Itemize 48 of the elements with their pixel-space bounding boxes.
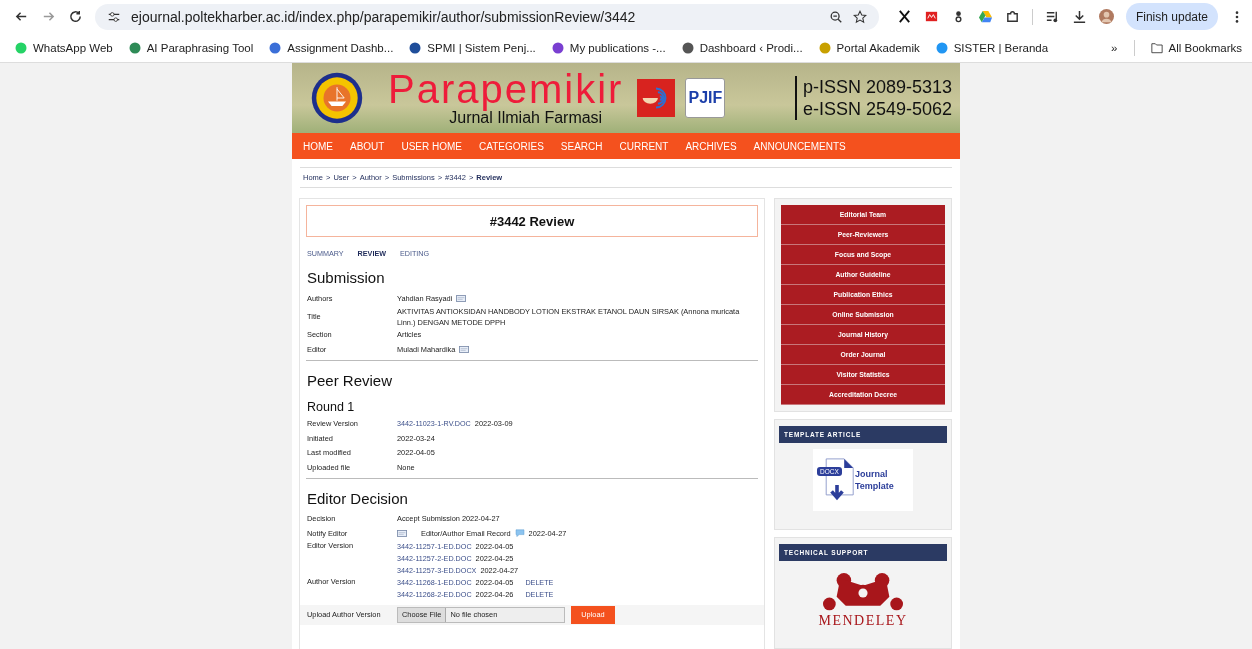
finish-update-button[interactable]: Finish update <box>1125 3 1218 30</box>
favicon-icon <box>935 41 948 54</box>
all-bookmarks-link[interactable]: All Bookmarks <box>1150 41 1242 54</box>
media-icon[interactable] <box>1044 9 1060 24</box>
bookmark-link[interactable]: Dashboard ‹ Prodi... <box>681 41 803 54</box>
bookmark-link[interactable]: My publications -... <box>551 41 666 54</box>
journal-template-text: Journal Template <box>855 468 895 492</box>
mendeley-wordmark: MENDELEY <box>818 613 908 629</box>
journal-title: Parapemikir <box>388 69 624 109</box>
network-logo-icon <box>821 573 905 613</box>
bookmark-link[interactable]: Portal Akademik <box>818 41 920 54</box>
reload-icon[interactable] <box>68 9 83 24</box>
url-text: ejournal.poltekharber.ac.id/index.php/parapemikir/author/submissionReview/3442 <box>131 8 637 25</box>
round-heading: Round 1 <box>307 399 356 414</box>
section-heading: Peer Review <box>307 371 394 389</box>
bookmark-link[interactable]: Assignment Dashb... <box>269 41 394 54</box>
download-icon[interactable] <box>1071 9 1087 24</box>
issn-text: p-ISSN 2089-5313 <box>802 76 952 98</box>
pjif-badge: PJIF <box>685 78 726 118</box>
favicon-icon <box>551 41 564 54</box>
bookmark-link[interactable]: AI Paraphrasing Tool <box>128 41 254 54</box>
site-settings-icon[interactable] <box>107 9 121 24</box>
x-icon[interactable] <box>896 9 912 24</box>
favicon-icon <box>818 41 831 54</box>
zoom-icon[interactable] <box>828 9 843 24</box>
bookmark-link[interactable]: SISTER | Beranda <box>935 41 1049 54</box>
section-heading: Editor Decision <box>307 489 409 507</box>
avatar-icon[interactable] <box>1098 9 1114 24</box>
bookmark-link[interactable]: WhatsApp Web <box>15 41 113 54</box>
favicon-icon <box>409 41 422 54</box>
address-bar[interactable]: ejournal.poltekharber.ac.id/index.php/parapemikir/author/submissionReview/3442 <box>95 3 879 30</box>
favicon-icon <box>15 41 27 54</box>
folder-icon <box>1150 41 1163 54</box>
page-title: #3442 Review <box>306 205 758 237</box>
issn-text: e-ISSN 2549-5062 <box>802 98 952 120</box>
more-bookmarks-link[interactable]: » <box>1111 41 1118 54</box>
wave-logo-icon <box>637 79 676 117</box>
emblem-icon <box>310 71 364 125</box>
bookmark-link[interactable]: SPMI | Sistem Penj... <box>409 41 536 54</box>
favicon-icon <box>128 41 141 54</box>
favicon-icon <box>681 41 694 54</box>
drive-icon[interactable] <box>977 9 993 24</box>
section-heading: Submission <box>307 269 386 286</box>
star-icon[interactable] <box>852 9 867 24</box>
email-icon[interactable] <box>459 345 470 353</box>
email-icon[interactable] <box>456 294 467 302</box>
favicon-icon <box>269 41 282 54</box>
email-icon[interactable] <box>397 529 407 537</box>
